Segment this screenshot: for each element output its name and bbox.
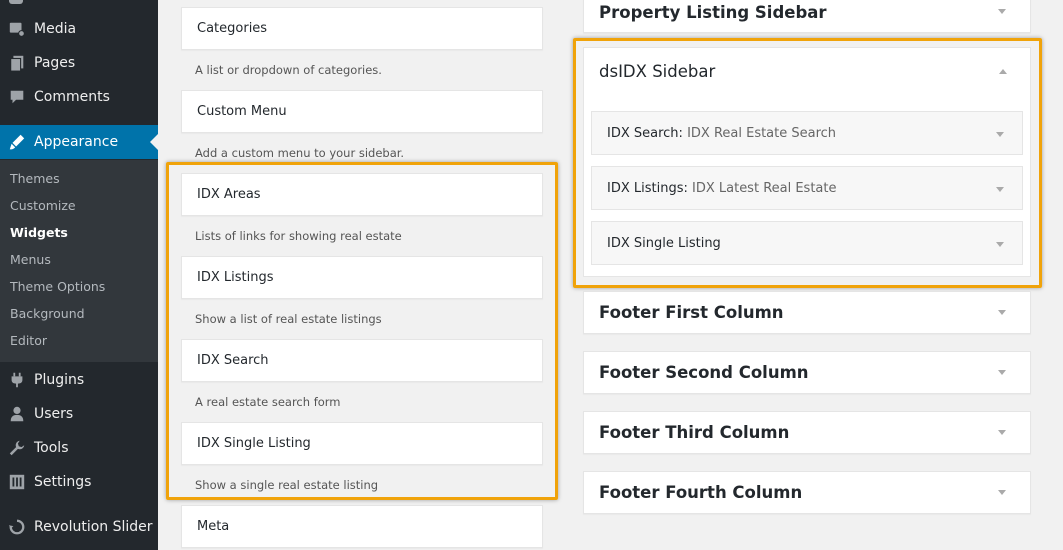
menu-item-settings[interactable]: Settings — [0, 465, 158, 499]
appearance-icon — [0, 125, 34, 159]
revolution-slider-icon — [0, 510, 34, 544]
widget-description: Show a list of real estate listings — [195, 312, 382, 326]
widget-description: A real estate search form — [195, 395, 341, 409]
menu-label: Settings — [34, 474, 92, 490]
menu-item-appearance[interactable]: Appearance — [0, 125, 158, 159]
submenu-item-menus[interactable]: Menus — [10, 252, 51, 267]
widget-custom-menu[interactable]: Custom Menu — [181, 90, 543, 133]
admin-menu: Media Pages Comments Appearance Themes C… — [0, 0, 158, 550]
chevron-down-icon[interactable] — [998, 9, 1006, 14]
sidebar-title: Footer Fourth Column — [599, 483, 803, 502]
menu-label: Comments — [34, 89, 110, 105]
menu-item-tools[interactable]: Tools — [0, 431, 158, 465]
submenu-item-themes[interactable]: Themes — [10, 171, 60, 186]
sidebar-widget-subtitle: IDX Real Estate Search — [687, 125, 837, 141]
menu-label: Pages — [34, 55, 76, 71]
menu-item-revolution-slider[interactable]: Revolution Slider — [0, 510, 158, 544]
submenu-item-widgets[interactable]: Widgets — [10, 225, 68, 240]
sidebar-title: Footer Second Column — [599, 363, 809, 382]
widget-title: IDX Areas — [197, 187, 261, 202]
chevron-down-icon[interactable] — [998, 430, 1006, 435]
sidebar-widget-idx-search[interactable]: IDX Search: IDX Real Estate Search — [591, 111, 1023, 155]
sidebar-footer-first[interactable]: Footer First Column — [583, 291, 1031, 334]
submenu-item-customize[interactable]: Customize — [10, 198, 76, 213]
widget-title: IDX Search — [197, 353, 269, 368]
chevron-down-icon[interactable] — [998, 490, 1006, 495]
menu-label: Revolution Slider — [34, 519, 153, 535]
widget-description: A list or dropdown of categories. — [195, 63, 382, 77]
widget-categories[interactable]: Categories — [181, 7, 543, 50]
submenu-item-theme-options[interactable]: Theme Options — [10, 279, 105, 294]
widget-title: IDX Single Listing — [197, 436, 311, 451]
menu-item-pages[interactable]: Pages — [0, 46, 158, 80]
submenu-item-editor[interactable]: Editor — [10, 333, 47, 348]
menu-item-media[interactable]: Media — [0, 12, 158, 46]
chevron-up-icon[interactable] — [999, 69, 1007, 74]
menu-label: Appearance — [34, 134, 119, 150]
sidebar-widget-subtitle: IDX Latest Real Estate — [692, 180, 837, 196]
widget-title: IDX Listings — [197, 270, 274, 285]
menu-label: Tools — [34, 440, 69, 456]
sidebar-widget-idx-listings[interactable]: IDX Listings: IDX Latest Real Estate — [591, 166, 1023, 210]
users-icon — [0, 397, 34, 431]
chevron-down-icon[interactable] — [996, 132, 1004, 137]
sidebar-widget-idx-single-listing[interactable]: IDX Single Listing — [591, 221, 1023, 265]
widget-description: Add a custom menu to your sidebar. — [195, 146, 405, 160]
dashboard-icon-partial — [9, 0, 23, 4]
widget-idx-areas[interactable]: IDX Areas — [181, 173, 543, 216]
sidebar-title: Property Listing Sidebar — [599, 2, 827, 22]
widget-idx-listings[interactable]: IDX Listings — [181, 256, 543, 299]
media-icon — [0, 12, 34, 46]
sidebar-widget-title: IDX Single Listing — [607, 235, 721, 251]
chevron-down-icon[interactable] — [998, 310, 1006, 315]
widget-idx-single-listing[interactable]: IDX Single Listing — [181, 422, 543, 465]
menu-label: Plugins — [34, 372, 85, 388]
widget-meta[interactable]: Meta — [181, 505, 543, 548]
sidebar-title: dsIDX Sidebar — [599, 62, 716, 81]
menu-item-plugins[interactable]: Plugins — [0, 363, 158, 397]
sidebar-widget-title: IDX Listings — [607, 180, 684, 196]
menu-label: Media — [34, 21, 77, 37]
colon-separator: : — [678, 125, 688, 141]
submenu-item-background[interactable]: Background — [10, 306, 85, 321]
current-menu-arrow — [150, 134, 158, 150]
widget-idx-search[interactable]: IDX Search — [181, 339, 543, 382]
tools-icon — [0, 431, 34, 465]
widget-title: Meta — [197, 519, 230, 534]
widget-description: Lists of links for showing real estate — [195, 229, 402, 243]
pages-icon — [0, 46, 34, 80]
menu-item-users[interactable]: Users — [0, 397, 158, 431]
plugins-icon — [0, 363, 34, 397]
menu-label: Users — [34, 406, 74, 422]
menu-item-comments[interactable]: Comments — [0, 80, 158, 114]
sidebar-title: Footer First Column — [599, 303, 784, 322]
appearance-submenu: Themes Customize Widgets Menus Theme Opt… — [0, 160, 158, 362]
widget-description: Show a single real estate listing — [195, 478, 379, 492]
widget-title: Custom Menu — [197, 104, 287, 119]
sidebar-footer-fourth[interactable]: Footer Fourth Column — [583, 471, 1031, 514]
chevron-down-icon[interactable] — [996, 187, 1004, 192]
widget-title: Categories — [197, 21, 268, 36]
chevron-down-icon[interactable] — [996, 242, 1004, 247]
sidebar-footer-second[interactable]: Footer Second Column — [583, 351, 1031, 394]
sidebar-widget-title: IDX Search — [607, 125, 679, 141]
chevron-down-icon[interactable] — [998, 370, 1006, 375]
settings-icon — [0, 465, 34, 499]
sidebar-title: Footer Third Column — [599, 423, 790, 442]
sidebar-footer-third[interactable]: Footer Third Column — [583, 411, 1031, 454]
comments-icon — [0, 80, 34, 114]
sidebar-property-listing[interactable]: Property Listing Sidebar — [583, 0, 1031, 33]
colon-separator: : — [683, 180, 692, 196]
